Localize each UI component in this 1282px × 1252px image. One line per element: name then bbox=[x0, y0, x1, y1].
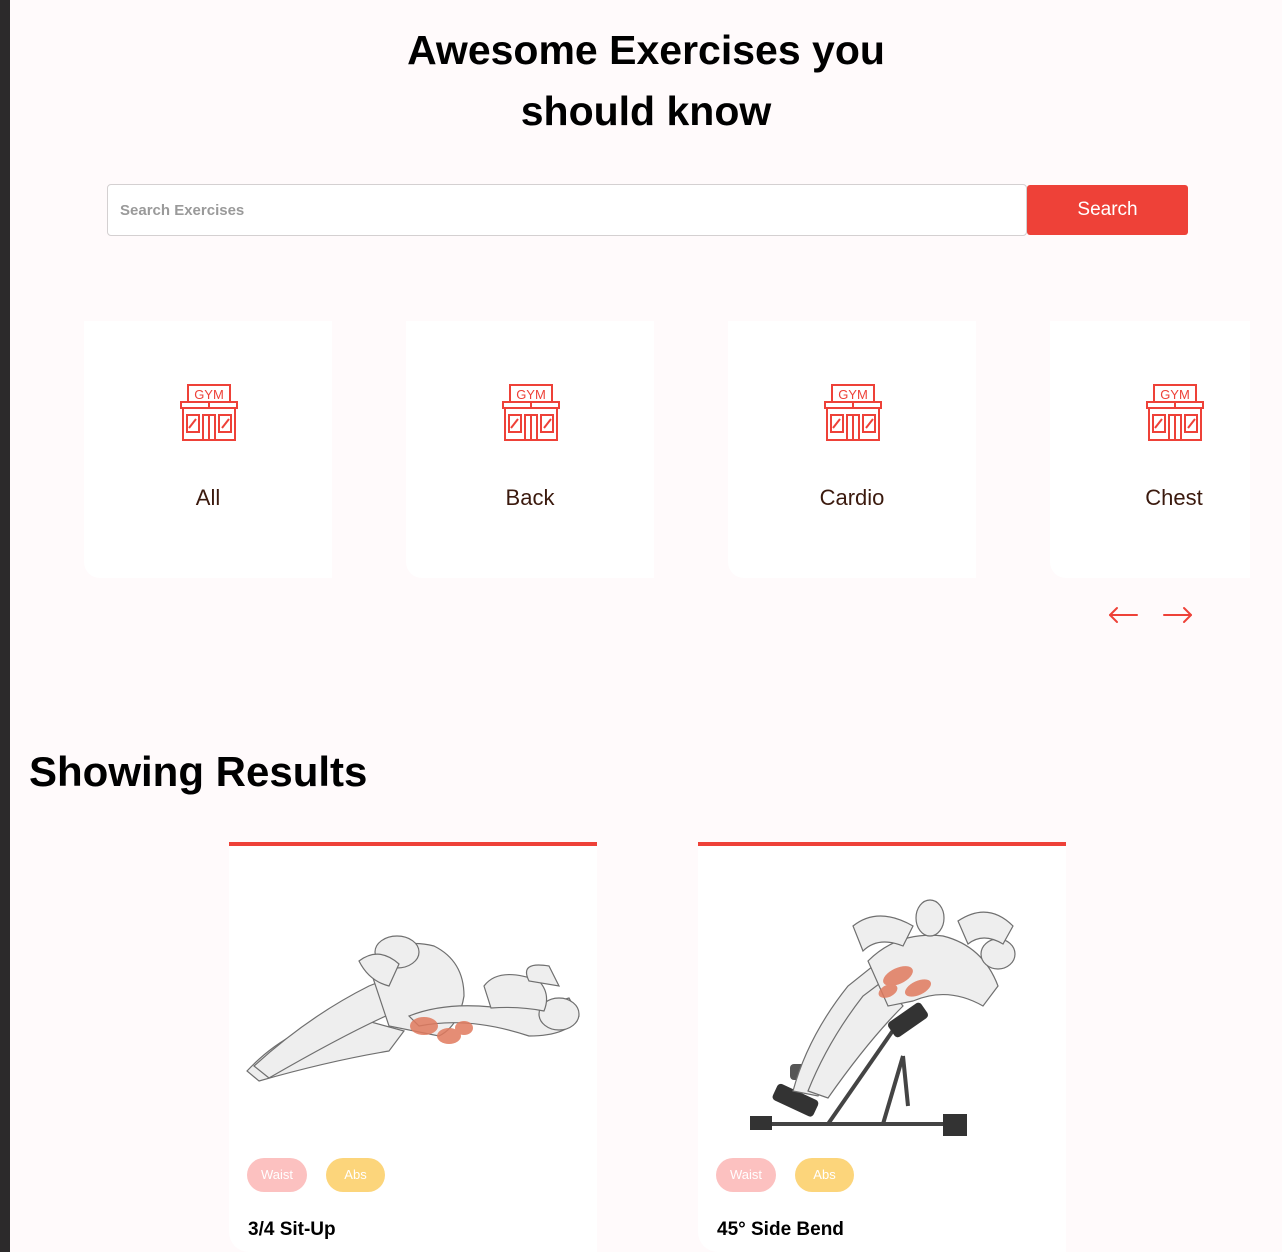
svg-text:GYM: GYM bbox=[1160, 387, 1190, 402]
svg-text:GYM: GYM bbox=[838, 387, 868, 402]
category-card-back[interactable]: GYM Back bbox=[406, 321, 654, 578]
category-label: Chest bbox=[1145, 485, 1203, 510]
category-card-all[interactable]: GYM All bbox=[84, 321, 332, 578]
gym-icon: GYM bbox=[1146, 384, 1204, 441]
gym-icon: GYM bbox=[824, 384, 882, 441]
hero-title-line-1: Awesome Exercises you bbox=[407, 27, 885, 73]
tag-target[interactable]: Abs bbox=[795, 1158, 854, 1192]
tag-target[interactable]: Abs bbox=[326, 1158, 385, 1192]
exercise-card[interactable]: Waist Abs 3/4 Sit-Up bbox=[229, 842, 597, 1252]
search-input[interactable] bbox=[107, 184, 1027, 236]
exercise-illustration bbox=[246, 935, 580, 1082]
window-edge bbox=[0, 0, 10, 1252]
hero-title-line-2: should know bbox=[520, 88, 772, 134]
category-label: Back bbox=[505, 485, 555, 510]
search-button[interactable]: Search bbox=[1027, 185, 1188, 235]
category-card-chest[interactable]: GYM Chest bbox=[1050, 321, 1250, 578]
tag-body-part[interactable]: Waist bbox=[716, 1158, 776, 1192]
category-label: Cardio bbox=[819, 485, 885, 510]
svg-text:GYM: GYM bbox=[194, 387, 224, 402]
exercise-name: 3/4 Sit-Up bbox=[248, 1219, 336, 1240]
arrow-right-icon[interactable] bbox=[1161, 598, 1195, 632]
results-title: Showing Results bbox=[29, 748, 368, 795]
exercise-illustration bbox=[750, 899, 1016, 1136]
gym-icon: GYM bbox=[502, 384, 560, 441]
svg-text:GYM: GYM bbox=[516, 387, 546, 402]
gym-icon: GYM bbox=[180, 384, 238, 441]
exercise-name: 45° Side Bend bbox=[717, 1219, 844, 1240]
tag-body-part[interactable]: Waist bbox=[247, 1158, 307, 1192]
category-card-cardio[interactable]: GYM Cardio bbox=[728, 321, 976, 578]
hero-title: Awesome Exercises you should know bbox=[10, 20, 1282, 142]
category-label: All bbox=[195, 485, 221, 510]
exercise-card[interactable]: Waist Abs 45° Side Bend bbox=[698, 842, 1066, 1252]
arrow-left-icon[interactable] bbox=[1106, 598, 1140, 632]
